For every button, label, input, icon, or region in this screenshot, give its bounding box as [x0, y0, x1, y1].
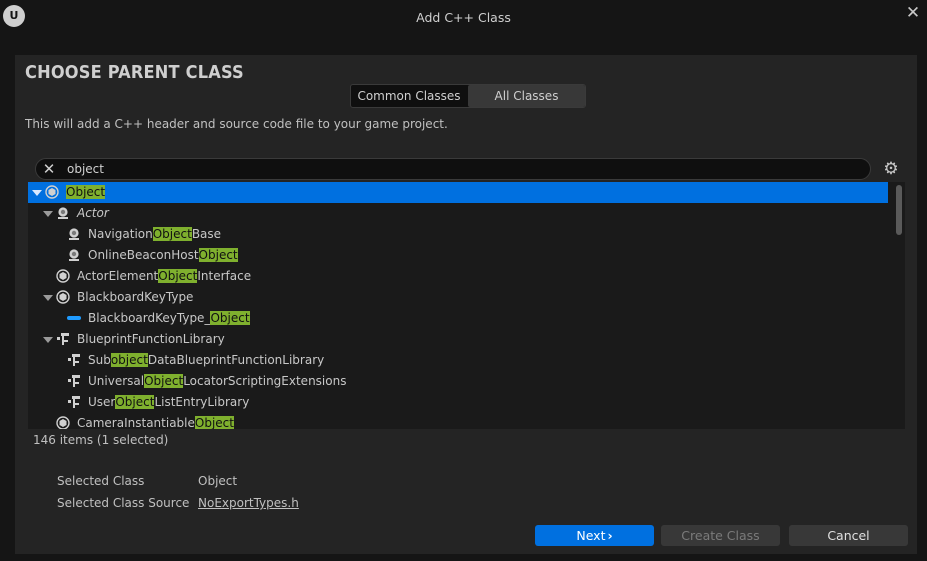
search-match-highlight: Object	[66, 185, 106, 199]
selected-class-label: Selected Class	[57, 474, 145, 488]
label-prefix: BlueprintFunctionLibrary	[77, 332, 225, 346]
tree-row-label: BlackboardKeyType	[77, 287, 193, 308]
class-icon	[56, 269, 70, 283]
scrollbar[interactable]	[893, 182, 905, 429]
label-suffix: LocatorScriptingExtensions	[183, 374, 347, 388]
tree-row[interactable]: OnlineBeaconHostObject	[28, 245, 888, 266]
title-bar: U Add C++ Class ✕	[0, 0, 927, 36]
cancel-button[interactable]: Cancel	[789, 525, 908, 546]
function-library-icon	[56, 332, 70, 346]
class-tree: Object Actor NavigationObjectBase OnlineBea…	[28, 182, 905, 429]
expand-arrow-icon[interactable]	[43, 211, 53, 217]
tree-row-label: CameraInstantiableObject	[77, 413, 234, 429]
tree-row[interactable]: BlackboardKeyType	[28, 287, 888, 308]
label-prefix: Navigation	[88, 227, 153, 241]
label-suffix: ListEntryLibrary	[154, 395, 250, 409]
label-prefix: ActorElement	[77, 269, 159, 283]
label-prefix: BlackboardKeyType_	[88, 311, 211, 325]
search-input[interactable]	[67, 159, 847, 179]
label-prefix: Sub	[88, 353, 111, 367]
class-filter-tabs: Common Classes All Classes	[350, 84, 586, 108]
tree-row[interactable]: Object	[28, 182, 888, 203]
tree-row[interactable]: SubobjectDataBlueprintFunctionLibrary	[28, 350, 888, 371]
tree-row-label: UniversalObjectLocatorScriptingExtension…	[88, 371, 346, 392]
tree-row-label: BlackboardKeyType_Object	[88, 308, 250, 329]
expand-arrow-icon[interactable]	[32, 190, 42, 196]
search-match-highlight: Object	[115, 395, 155, 409]
search-box: ✕	[35, 158, 871, 180]
scrollbar-thumb[interactable]	[896, 185, 902, 235]
search-match-highlight: Object	[158, 269, 198, 283]
search-match-highlight: Object	[210, 311, 250, 325]
selected-source-label: Selected Class Source	[57, 496, 190, 510]
chevron-right-icon: ›	[607, 528, 613, 543]
tab-all-classes[interactable]: All Classes	[468, 85, 585, 107]
class-icon	[56, 290, 70, 304]
tree-row-label: BlueprintFunctionLibrary	[77, 329, 225, 350]
selected-class-value: Object	[198, 474, 238, 488]
tree-row[interactable]: BlackboardKeyType_Object	[28, 308, 888, 329]
label-suffix: DataBlueprintFunctionLibrary	[147, 353, 325, 367]
actor-icon	[67, 248, 81, 262]
tree-row[interactable]: BlueprintFunctionLibrary	[28, 329, 888, 350]
selected-source-link[interactable]: NoExportTypes.h	[198, 496, 299, 510]
tab-common-classes[interactable]: Common Classes	[351, 85, 467, 107]
search-match-highlight: object	[110, 353, 148, 367]
expand-arrow-icon[interactable]	[43, 295, 53, 301]
close-icon[interactable]: ✕	[903, 3, 923, 23]
label-prefix: Actor	[77, 206, 109, 220]
tree-row[interactable]: CameraInstantiableObject	[28, 413, 888, 429]
expand-arrow-icon[interactable]	[43, 337, 53, 343]
clear-search-icon[interactable]: ✕	[41, 160, 57, 178]
function-library-icon	[67, 374, 81, 388]
tree-row[interactable]: UserObjectListEntryLibrary	[28, 392, 888, 413]
tree-row[interactable]: ActorElementObjectInterface	[28, 266, 888, 287]
search-match-highlight: Object	[152, 227, 192, 241]
label-prefix: BlackboardKeyType	[77, 290, 194, 304]
actor-icon	[67, 227, 81, 241]
function-library-icon	[67, 395, 81, 409]
tree-row[interactable]: UniversalObjectLocatorScriptingExtension…	[28, 371, 888, 392]
page-title: CHOOSE PARENT CLASS	[25, 62, 244, 83]
tree-row[interactable]: Actor	[28, 203, 888, 224]
tree-row-label: ActorElementObjectInterface	[77, 266, 251, 287]
actor-icon	[56, 206, 70, 220]
tree-row-label: UserObjectListEntryLibrary	[88, 392, 249, 413]
label-prefix: CameraInstantiable	[77, 416, 195, 429]
label-prefix: Universal	[88, 374, 145, 388]
description-text: This will add a C++ header and source co…	[25, 117, 448, 131]
label-suffix: Base	[191, 227, 222, 241]
gear-icon[interactable]: ⚙	[881, 158, 901, 180]
tree-row-label: OnlineBeaconHostObject	[88, 245, 238, 266]
dialog-panel: CHOOSE PARENT CLASS Common Classes All C…	[15, 55, 917, 554]
window-title: Add C++ Class	[416, 10, 511, 25]
key-type-icon	[67, 311, 81, 325]
search-match-highlight: Object	[194, 416, 234, 429]
tree-row[interactable]: NavigationObjectBase	[28, 224, 888, 245]
tree-row-label: NavigationObjectBase	[88, 224, 221, 245]
next-button[interactable]: Next ›	[535, 525, 654, 546]
tree-row-label: Actor	[77, 203, 109, 224]
class-icon	[45, 185, 59, 199]
label-suffix: Interface	[197, 269, 252, 283]
next-button-label: Next	[576, 528, 606, 543]
function-library-icon	[67, 353, 81, 367]
label-prefix: OnlineBeaconHost	[88, 248, 199, 262]
label-prefix: User	[88, 395, 116, 409]
search-match-highlight: Object	[198, 248, 238, 262]
tree-row-label: Object	[66, 182, 106, 203]
class-icon	[56, 416, 70, 429]
tree-row-label: SubobjectDataBlueprintFunctionLibrary	[88, 350, 324, 371]
item-count: 146 items (1 selected)	[33, 433, 169, 447]
search-match-highlight: Object	[144, 374, 184, 388]
create-class-button[interactable]: Create Class	[661, 525, 780, 546]
